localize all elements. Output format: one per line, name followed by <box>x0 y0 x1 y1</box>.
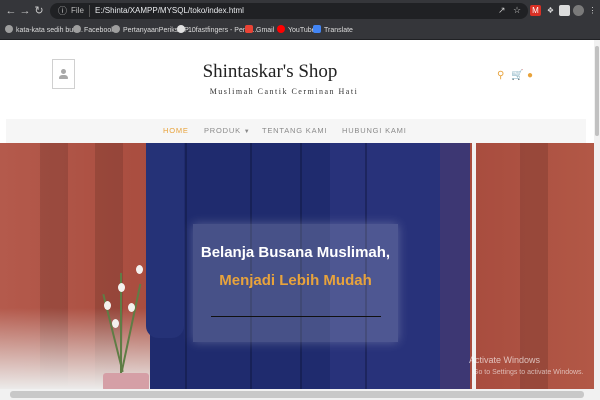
hero-divider <box>211 316 381 317</box>
horizontal-scrollbar[interactable] <box>0 389 600 400</box>
nav-item-hubungi-kami[interactable]: HUBUNGI KAMI <box>342 119 407 143</box>
youtube-icon <box>277 25 285 33</box>
horizontal-scroll-thumb[interactable] <box>10 391 584 398</box>
flower-bud <box>112 319 119 328</box>
nav-item-tentang-kami[interactable]: TENTANG KAMI <box>262 119 327 143</box>
menu-kebab-icon[interactable]: ⋮ <box>587 5 598 16</box>
hero-headline: Belanja Busana Muslimah, <box>200 244 391 261</box>
cart-icon[interactable]: 🛒 <box>511 70 523 81</box>
hero-garment-sleeve <box>146 143 184 338</box>
bookmark-item[interactable]: kata-kata sedih bua... <box>5 25 83 36</box>
reload-icon[interactable]: ↻ <box>32 4 46 18</box>
site-tagline: Muslimah Cantik Cerminan Hati <box>209 87 359 96</box>
site-title[interactable]: Shintaskar's Shop <box>150 61 390 83</box>
globe-icon <box>112 25 120 33</box>
windows-activation-subtitle: Go to Settings to activate Windows. <box>473 369 584 376</box>
windows-activation-title: Activate Windows <box>469 355 541 365</box>
flower-bud <box>128 303 135 312</box>
flower-bud <box>118 283 125 292</box>
user-account-button[interactable] <box>52 59 75 89</box>
search-icon[interactable]: ⚲ <box>497 70 504 81</box>
site-icon <box>177 25 185 33</box>
scheme-label: File <box>71 6 84 15</box>
caret-down-icon: ▼ <box>243 129 251 135</box>
hero-caption-box: Belanja Busana Muslimah, Menjadi Lebih M… <box>193 224 398 342</box>
hero-subheadline: Menjadi Lebih Mudah <box>219 272 372 289</box>
bookmark-item[interactable]: Facebook <box>73 25 115 36</box>
bookmark-item[interactable]: Gmail <box>245 25 274 36</box>
info-icon[interactable]: ⓘ <box>58 4 67 17</box>
globe-icon <box>5 25 13 33</box>
translate-icon <box>313 25 321 33</box>
chat-icon[interactable]: ● <box>527 70 533 81</box>
puzzle-icon[interactable]: ❖ <box>545 5 556 16</box>
bookmark-item[interactable]: Translate <box>313 25 353 36</box>
bookmark-star-icon[interactable]: ☆ <box>513 5 521 16</box>
globe-icon <box>73 25 81 33</box>
vertical-scroll-thumb[interactable] <box>595 46 599 136</box>
bookmark-label: Translate <box>324 27 353 34</box>
profile-avatar[interactable] <box>573 5 584 16</box>
gmail-icon <box>245 25 253 33</box>
web-page: Shintaskar's Shop Muslimah Cantik Cermin… <box>0 40 594 389</box>
bookmark-label: YouTube <box>288 27 316 34</box>
bookmark-label: Gmail <box>256 27 275 34</box>
address-bar[interactable]: ⓘ File E:/Shinta/XAMPP/MYSQL/toko/index.… <box>50 3 528 19</box>
hero-banner: Belanja Busana Muslimah, Menjadi Lebih M… <box>0 143 594 389</box>
hero-vase <box>103 373 149 389</box>
extension-icon[interactable]: M <box>530 5 541 16</box>
bookmark-label: Facebook <box>84 27 115 34</box>
browser-toolbar: ← → ↻ ⓘ File E:/Shinta/XAMPP/MYSQL/toko/… <box>0 0 600 22</box>
vertical-scrollbar[interactable] <box>594 40 600 389</box>
curtain-fold <box>520 143 548 389</box>
nav-item-produk[interactable]: PRODUK ▼ <box>204 119 251 143</box>
flower-bud <box>104 301 111 310</box>
nav-item-home[interactable]: HOME <box>163 119 189 143</box>
address-url[interactable]: E:/Shinta/XAMPP/MYSQL/toko/index.html <box>95 6 244 15</box>
sidebar-icon[interactable] <box>559 5 570 16</box>
address-divider <box>89 5 90 17</box>
hero-pole <box>472 143 476 389</box>
flower-bud <box>136 265 143 274</box>
main-nav: HOME PRODUK ▼ TENTANG KAMI HUBUNGI KAMI <box>6 119 586 143</box>
garment-fold <box>185 143 187 389</box>
user-icon-body <box>59 75 68 79</box>
bookmarks-bar: kata-kata sedih bua... Facebook Pertanya… <box>0 22 600 40</box>
back-icon[interactable]: ← <box>4 4 18 18</box>
forward-icon[interactable]: → <box>18 4 32 18</box>
bookmark-item[interactable]: YouTube <box>277 25 316 36</box>
user-icon <box>61 69 66 74</box>
share-icon[interactable]: ↗ <box>498 5 506 16</box>
nav-item-label: PRODUK <box>204 126 241 135</box>
